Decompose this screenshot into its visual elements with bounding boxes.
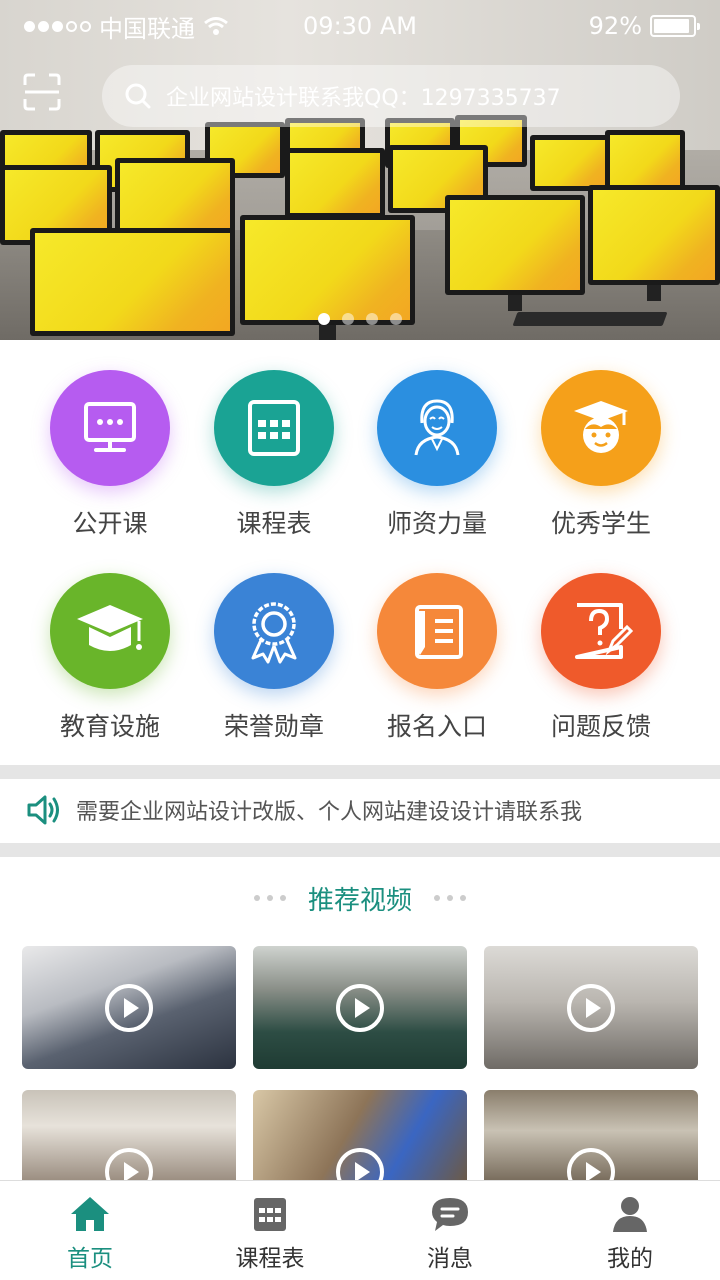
category-label: 报名入口 <box>386 712 487 741</box>
scan-icon[interactable] <box>22 72 62 112</box>
category-public-class[interactable]: 公开课 <box>20 340 200 540</box>
mortarboard-icon <box>77 605 143 651</box>
category-teachers[interactable]: 师资力量 <box>347 340 527 540</box>
recommended-header: 推荐视频 <box>0 875 720 921</box>
section-title: 推荐视频 <box>307 885 412 916</box>
status-bar: 中国联通 09:30 AM 92% <box>0 0 720 52</box>
notice-bar[interactable]: 需要企业网站设计改版、个人网站建设设计请联系我 <box>0 779 720 841</box>
screen-chat-icon <box>84 402 136 452</box>
play-icon <box>336 1148 384 1180</box>
calendar-grid-icon <box>254 1198 286 1231</box>
battery-percent: 92% <box>588 12 642 40</box>
category-registration[interactable]: 报名入口 <box>347 543 527 743</box>
play-icon <box>336 983 384 1032</box>
tab-timetable[interactable]: 课程表 <box>180 1181 360 1280</box>
category-label: 教育设施 <box>59 712 160 741</box>
category-label: 优秀学生 <box>550 509 651 538</box>
home-icon <box>71 1197 109 1231</box>
category-label: 课程表 <box>236 509 312 538</box>
category-facilities[interactable]: 教育设施 <box>20 543 200 743</box>
category-timetable[interactable]: 课程表 <box>184 340 364 540</box>
wifi-icon <box>204 17 228 35</box>
tab-label: 消息 <box>427 1246 473 1272</box>
calendar-grid-icon <box>248 400 300 456</box>
tab-home[interactable]: 首页 <box>0 1181 180 1280</box>
message-bubble-icon <box>432 1198 468 1231</box>
video-thumbnail[interactable] <box>253 1090 467 1180</box>
category-label: 师资力量 <box>386 509 487 538</box>
decorative-dots <box>434 895 466 901</box>
category-label: 问题反馈 <box>550 712 651 741</box>
video-thumbnail[interactable] <box>484 1090 698 1180</box>
hero-banner[interactable]: 中国联通 09:30 AM 92% 企业网站设计联系我QQ：1297335737 <box>0 0 720 340</box>
banner-monitor <box>285 148 385 218</box>
battery-icon <box>650 15 700 37</box>
category-grid: 公开课 课程表 师资力量 优秀学生 教育设施 荣誉勋章 报名入口 问题反馈 <box>0 340 720 765</box>
play-icon <box>567 983 615 1032</box>
graduate-student-icon <box>574 401 628 453</box>
user-icon <box>613 1197 647 1232</box>
section-divider <box>0 843 720 857</box>
medal-icon <box>251 602 297 664</box>
video-thumbnail[interactable] <box>253 946 467 1069</box>
pager-dot[interactable] <box>318 313 330 325</box>
search-bar[interactable]: 企业网站设计联系我QQ：1297335737 <box>102 65 680 127</box>
video-thumbnail[interactable] <box>22 1090 236 1180</box>
section-divider <box>0 765 720 779</box>
tab-bar: 首页 课程表 消息 我的 <box>0 1180 720 1280</box>
search-icon <box>125 83 151 109</box>
category-label: 荣誉勋章 <box>223 712 324 741</box>
pager-dot[interactable] <box>390 313 402 325</box>
carrier-name: 中国联通 <box>99 14 195 43</box>
signal-strength-icon <box>24 20 91 32</box>
speaker-icon <box>27 795 59 825</box>
feedback-question-icon <box>575 603 633 659</box>
notice-text: 需要企业网站设计改版、个人网站建设设计请联系我 <box>76 800 583 825</box>
banner-pager[interactable] <box>0 313 720 325</box>
banner-monitor <box>445 195 585 311</box>
banner-monitor <box>115 158 235 236</box>
category-honors[interactable]: 荣誉勋章 <box>184 543 364 743</box>
banner-monitor <box>588 185 720 301</box>
pager-dot[interactable] <box>366 313 378 325</box>
play-icon <box>105 1148 153 1180</box>
tab-label: 我的 <box>607 1246 653 1272</box>
play-icon <box>567 1148 615 1180</box>
category-label: 公开课 <box>72 509 148 538</box>
tab-label: 课程表 <box>235 1246 305 1272</box>
teacher-icon <box>414 399 460 456</box>
video-thumbnail[interactable] <box>22 946 236 1069</box>
register-form-icon <box>415 605 463 659</box>
search-placeholder: 企业网站设计联系我QQ：1297335737 <box>166 86 561 111</box>
video-thumbnail[interactable] <box>484 946 698 1069</box>
tab-label: 首页 <box>67 1246 113 1272</box>
category-feedback[interactable]: 问题反馈 <box>511 543 691 743</box>
tab-profile[interactable]: 我的 <box>540 1181 720 1280</box>
banner-monitor <box>240 215 415 340</box>
pager-dot[interactable] <box>342 313 354 325</box>
play-icon <box>105 983 153 1032</box>
tab-messages[interactable]: 消息 <box>360 1181 540 1280</box>
decorative-dots <box>253 895 286 901</box>
banner-monitor <box>605 130 685 190</box>
category-top-students[interactable]: 优秀学生 <box>511 340 691 540</box>
banner-monitor <box>530 135 610 191</box>
